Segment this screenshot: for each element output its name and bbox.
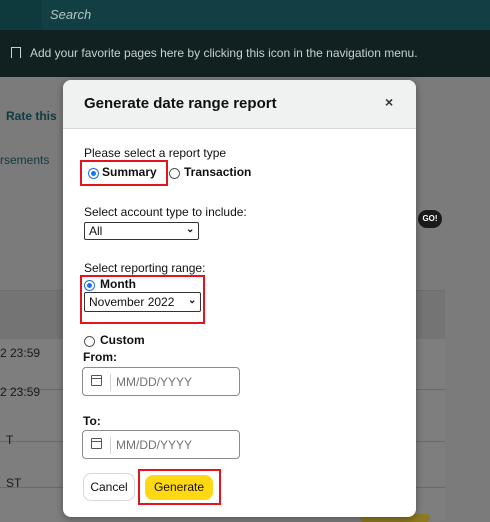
dialog-header: Generate date range report ×	[63, 80, 416, 129]
search-input[interactable]: Search	[42, 0, 490, 30]
generate-button[interactable]: Generate	[145, 475, 213, 500]
account-type-select[interactable]: All ⌄	[84, 222, 199, 240]
rate-link[interactable]: Rate this	[6, 109, 57, 123]
transaction-label: Transaction	[184, 165, 252, 179]
favorites-hint: Add your favorite pages here by clicking…	[30, 46, 418, 60]
account-type-value: All	[89, 224, 103, 238]
reporting-range-label: Select reporting range:	[84, 261, 206, 275]
summary-radio[interactable]	[88, 168, 99, 179]
table-cell: ST	[6, 476, 22, 490]
account-type-label: Select account type to include:	[84, 205, 247, 219]
from-label: From:	[83, 350, 117, 364]
to-label: To:	[83, 414, 101, 428]
report-dialog: Generate date range report × Please sele…	[63, 80, 416, 517]
to-date-field[interactable]: MM/DD/YYYY	[82, 430, 240, 459]
month-select[interactable]: November 2022 ⌄	[84, 292, 201, 312]
chevron-down-icon: ⌄	[186, 224, 195, 235]
summary-label: Summary	[102, 165, 157, 179]
disbursements-link[interactable]: rsements	[0, 153, 49, 167]
transaction-radio[interactable]	[169, 168, 180, 179]
chevron-down-icon: ⌄	[188, 295, 197, 306]
bookmark-icon[interactable]	[11, 47, 21, 58]
from-date-placeholder: MM/DD/YYYY	[116, 375, 193, 389]
favorites-bar: Add your favorite pages here by clicking…	[0, 30, 490, 77]
cancel-button[interactable]: Cancel	[83, 473, 135, 501]
table-cell: 2 23:59	[0, 385, 41, 399]
month-label: Month	[100, 277, 136, 291]
custom-radio[interactable]	[84, 336, 95, 347]
calendar-icon[interactable]	[91, 375, 102, 386]
search-placeholder: Search	[50, 7, 92, 22]
dialog-title: Generate date range report	[84, 95, 277, 112]
calendar-icon[interactable]	[91, 438, 102, 449]
from-date-field[interactable]: MM/DD/YYYY	[82, 367, 240, 396]
go-badge: GO!	[418, 210, 442, 228]
table-cell: T	[6, 433, 14, 447]
top-navigation-bar: Search	[0, 0, 490, 30]
close-button[interactable]: ×	[385, 94, 393, 110]
month-radio[interactable]	[84, 280, 95, 291]
to-date-placeholder: MM/DD/YYYY	[116, 438, 193, 452]
month-value: November 2022	[89, 295, 175, 309]
table-cell: 2 23:59	[0, 346, 41, 360]
custom-label: Custom	[100, 333, 145, 347]
report-type-label: Please select a report type	[84, 146, 227, 160]
